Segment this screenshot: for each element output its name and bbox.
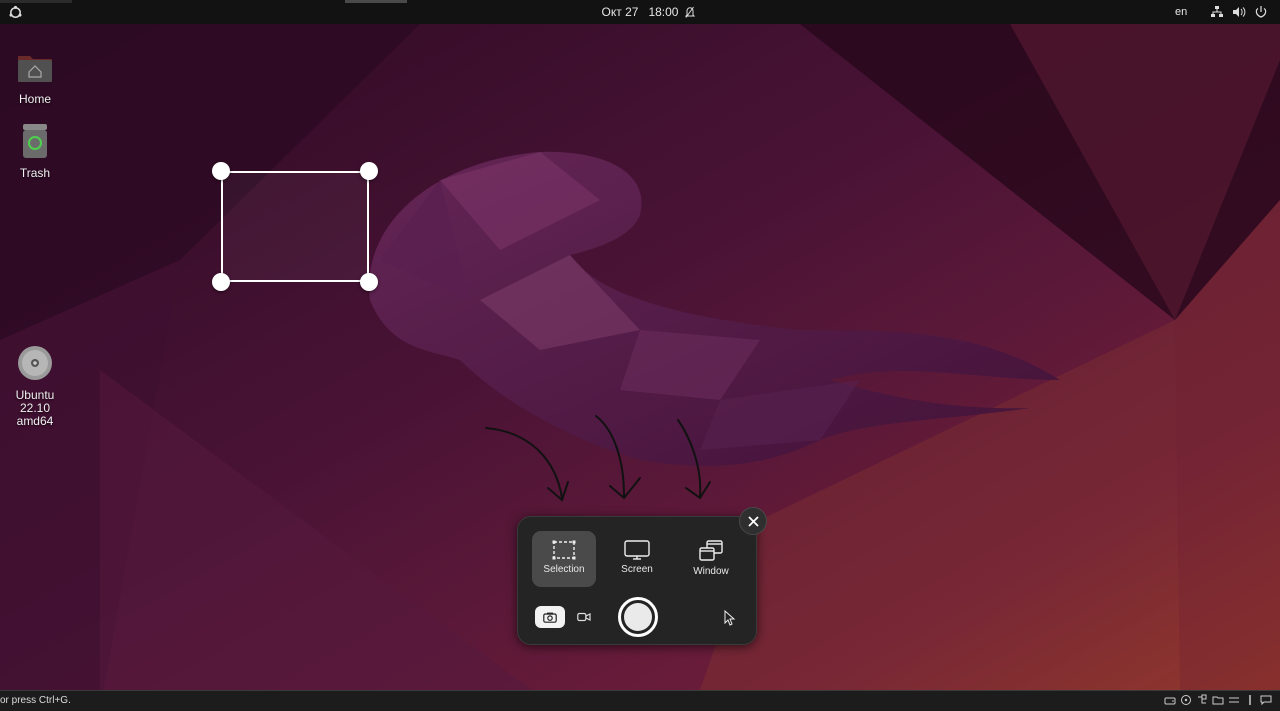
close-button[interactable] [739,507,767,535]
status-text: or press Ctrl+G. [0,695,71,706]
screenshot-type-button[interactable] [535,606,565,628]
window-icon [699,540,723,561]
top-bar: Окт 27 18:00 en [0,0,1280,24]
desktop-icon-label-line2: amd64 [16,414,54,428]
status-bar-icons [1164,694,1272,706]
workspace-indicator-active [345,0,407,3]
window-mode-icon[interactable] [1244,694,1256,706]
selection-area[interactable] [221,171,369,282]
selection-handle-bottom-right[interactable] [360,273,378,291]
desktop-icon-label: Trash [19,166,51,180]
notification-bell-icon[interactable] [684,6,696,19]
desktop-icon-home[interactable]: Home [0,48,70,106]
disc-icon [18,346,52,380]
keyboard-layout[interactable]: en [1175,6,1187,18]
mode-selection-label: Selection [543,564,585,575]
mode-screen-label: Screen [621,564,653,575]
system-tray[interactable] [1210,5,1268,20]
selection-icon [552,540,576,560]
shared-folder-icon[interactable] [1212,694,1224,706]
show-pointer-icon[interactable] [721,609,737,627]
mode-window-label: Window [693,566,729,577]
activities-icon[interactable] [8,5,23,20]
mode-screen-button[interactable]: Screen [605,531,669,587]
mode-selection-button[interactable]: Selection [532,531,596,587]
clock-time[interactable]: 18:00 [648,5,678,19]
monitor-icon [624,540,650,560]
screencast-type-button[interactable] [569,606,599,628]
close-icon [747,515,759,527]
selection-handle-bottom-left[interactable] [212,273,230,291]
desktop: Окт 27 18:00 en Home Trash Ubuntu 22.10 … [0,0,1280,711]
power-icon[interactable] [1254,5,1268,19]
settings-icon[interactable] [1228,694,1240,706]
screenshot-panel: Selection Screen Window [517,516,757,645]
mode-window-button[interactable]: Window [679,531,743,587]
workspace-indicator [0,0,72,3]
usb-icon[interactable] [1196,694,1208,706]
capture-button[interactable] [618,597,658,637]
home-folder-icon [18,56,52,82]
desktop-icon-ubuntu-disc[interactable]: Ubuntu 22.10 amd64 [0,344,70,428]
camera-icon [543,612,557,623]
capture-type-toggle [535,606,601,628]
desktop-icon-trash[interactable]: Trash [0,122,70,180]
clock: Окт 27 18:00 [0,5,1280,19]
trash-icon [23,124,47,158]
drive-icon[interactable] [1164,694,1176,706]
network-icon[interactable] [1210,5,1224,19]
video-camera-icon [577,612,591,622]
desktop-icon-label: Home [18,92,51,106]
volume-icon[interactable] [1232,5,1246,19]
selection-handle-top-left[interactable] [212,162,230,180]
desktop-icon-label-line1: Ubuntu 22.10 [15,388,55,415]
message-icon[interactable] [1260,694,1272,706]
clock-date[interactable]: Окт 27 [602,5,639,19]
disc-status-icon[interactable] [1180,694,1192,706]
capture-button-inner [624,603,652,631]
status-bar: or press Ctrl+G. [0,690,1280,711]
selection-handle-top-right[interactable] [360,162,378,180]
